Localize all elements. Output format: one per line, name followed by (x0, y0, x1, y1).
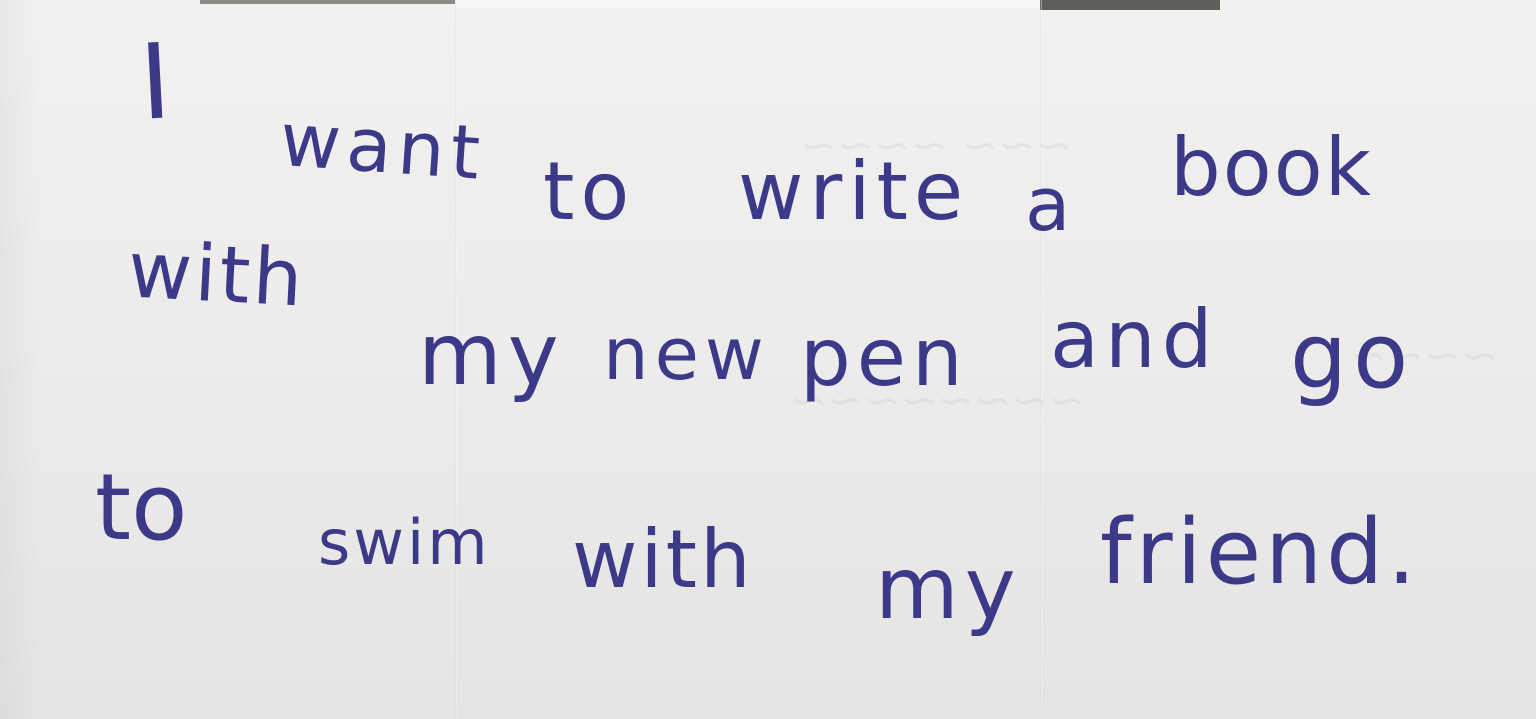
background-edge (200, 0, 455, 4)
handwritten-word: my (418, 305, 565, 405)
paper-top-edge (455, 0, 1040, 8)
handwritten-word: to (543, 145, 636, 238)
handwritten-word: book (1170, 121, 1373, 214)
handwritten-word: with (125, 225, 308, 325)
handwritten-word: to (95, 454, 188, 561)
handwritten-word: I (136, 20, 174, 144)
paper-fold-crease (1040, 0, 1042, 719)
handwritten-word: with (572, 513, 754, 606)
handwritten-word: my (875, 539, 1022, 639)
handwritten-word: pen (800, 311, 969, 404)
paper-sheet: ~~~ ~~~~ ~~~~~~~~ ~~~~ I want to write a… (0, 0, 1536, 719)
handwritten-word: and (1050, 293, 1219, 386)
handwritten-word: swim (318, 506, 491, 579)
handwritten-word: new (603, 312, 770, 396)
handwritten-word: a (1025, 162, 1077, 248)
handwritten-word: friend. (1100, 500, 1420, 605)
handwritten-word: want (277, 96, 489, 198)
handwritten-word: write (738, 145, 970, 238)
handwritten-word: go (1290, 304, 1415, 409)
background-edge (1040, 0, 1220, 10)
